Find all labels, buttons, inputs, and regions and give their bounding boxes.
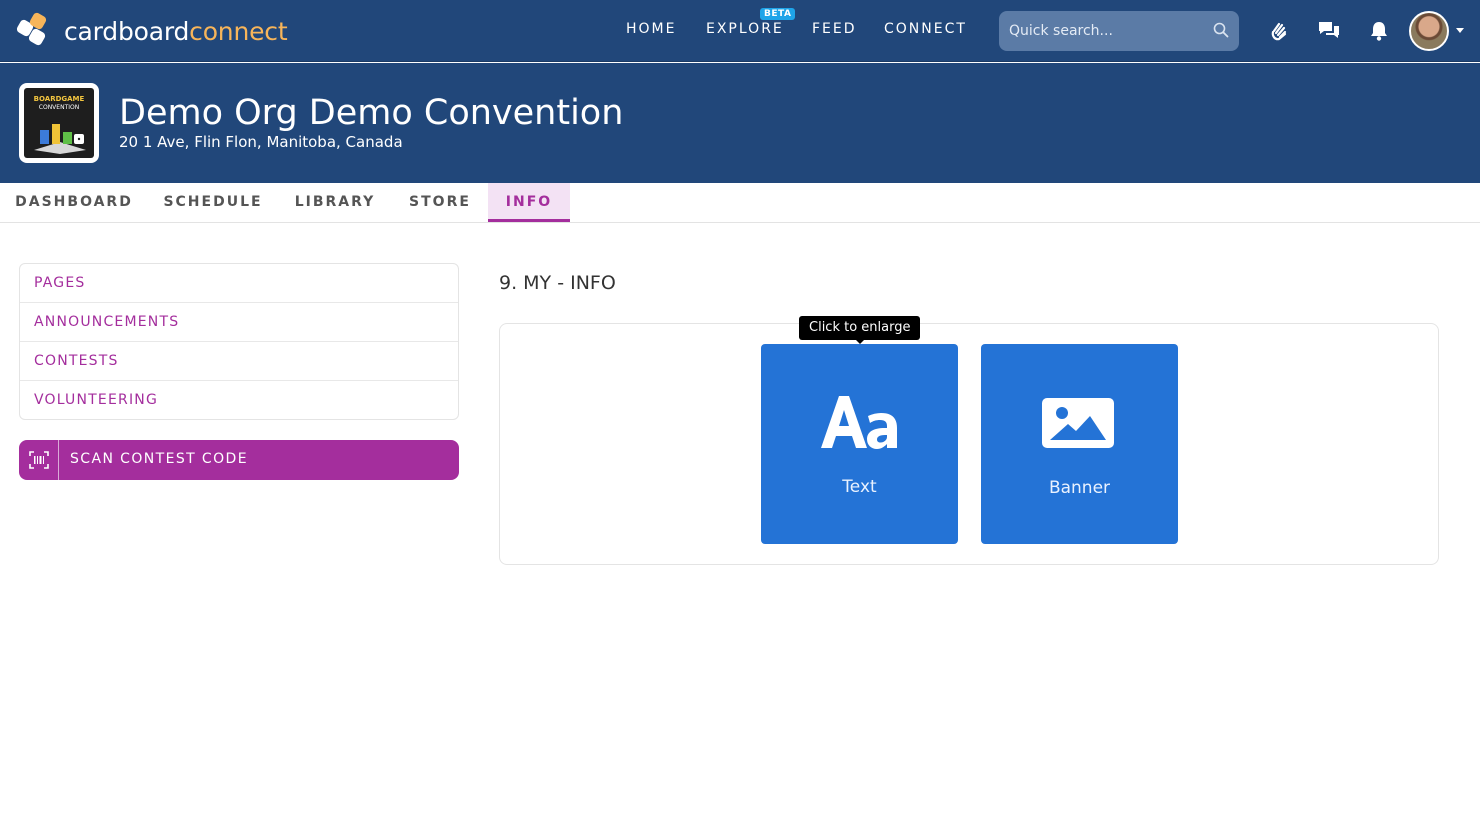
event-address: 20 1 Ave, Flin Flon, Manitoba, Canada <box>119 133 403 151</box>
tab-schedule[interactable]: SCHEDULE <box>148 183 278 222</box>
info-tiles-panel <box>499 323 1439 565</box>
wave-hand-icon[interactable] <box>1266 18 1292 44</box>
cardboardconnect-logo[interactable]: cardboardconnect <box>15 11 288 49</box>
event-title: Demo Org Demo Convention <box>119 93 624 133</box>
tab-dashboard[interactable]: DASHBOARD <box>0 183 148 222</box>
tab-store[interactable]: STORE <box>392 183 488 222</box>
event-logo: BOARDGAME CONVENTION <box>19 83 99 163</box>
user-avatar[interactable] <box>1409 11 1449 51</box>
chevron-down-icon[interactable] <box>1456 28 1464 33</box>
sidebar-item-announcements[interactable]: ANNOUNCEMENTS <box>20 303 458 342</box>
quick-search <box>999 11 1239 51</box>
search-input[interactable] <box>999 11 1199 51</box>
scan-contest-code-button[interactable]: SCAN CONTEST CODE <box>19 440 459 480</box>
scan-button-label: SCAN CONTEST CODE <box>70 451 248 467</box>
sidebar-item-contests[interactable]: CONTESTS <box>20 342 458 381</box>
sidebar-item-pages[interactable]: PAGES <box>20 264 458 303</box>
text-tile[interactable]: Text <box>761 344 958 544</box>
tab-library[interactable]: LIBRARY <box>278 183 392 222</box>
text-format-icon <box>821 396 897 449</box>
banner-tile[interactable]: Banner <box>981 344 1178 544</box>
section-title: 9. MY - INFO <box>499 272 616 294</box>
messages-icon[interactable] <box>1316 18 1342 44</box>
event-header: BOARDGAME CONVENTION Demo Org Demo Conve… <box>0 63 1480 183</box>
tooltip-arrow <box>855 339 865 344</box>
nav-connect[interactable]: CONNECT <box>884 21 967 37</box>
sidebar-item-volunteering[interactable]: VOLUNTEERING <box>20 381 458 420</box>
nav-feed[interactable]: FEED <box>812 21 857 37</box>
logo-hexagons-icon <box>15 11 52 49</box>
tab-info[interactable]: INFO <box>488 183 570 222</box>
logo-text: cardboardconnect <box>64 16 288 46</box>
notifications-bell-icon[interactable] <box>1366 18 1392 44</box>
nav-explore[interactable]: EXPLORE <box>706 21 784 37</box>
search-icon[interactable] <box>1213 22 1229 38</box>
text-tile-label: Text <box>842 477 877 497</box>
enlarge-tooltip: Click to enlarge <box>799 316 921 340</box>
top-navbar: cardboardconnect HOME EXPLORE BETA FEED … <box>0 0 1480 62</box>
nav-home[interactable]: HOME <box>626 21 676 37</box>
beta-badge: BETA <box>760 8 796 20</box>
event-tabs: DASHBOARD SCHEDULE LIBRARY STORE INFO <box>0 183 1480 223</box>
info-sidebar-menu: PAGES ANNOUNCEMENTS CONTESTS VOLUNTEERIN… <box>19 263 459 420</box>
barcode-scan-icon <box>19 440 59 480</box>
banner-tile-label: Banner <box>1048 478 1111 498</box>
image-icon <box>1042 398 1114 448</box>
